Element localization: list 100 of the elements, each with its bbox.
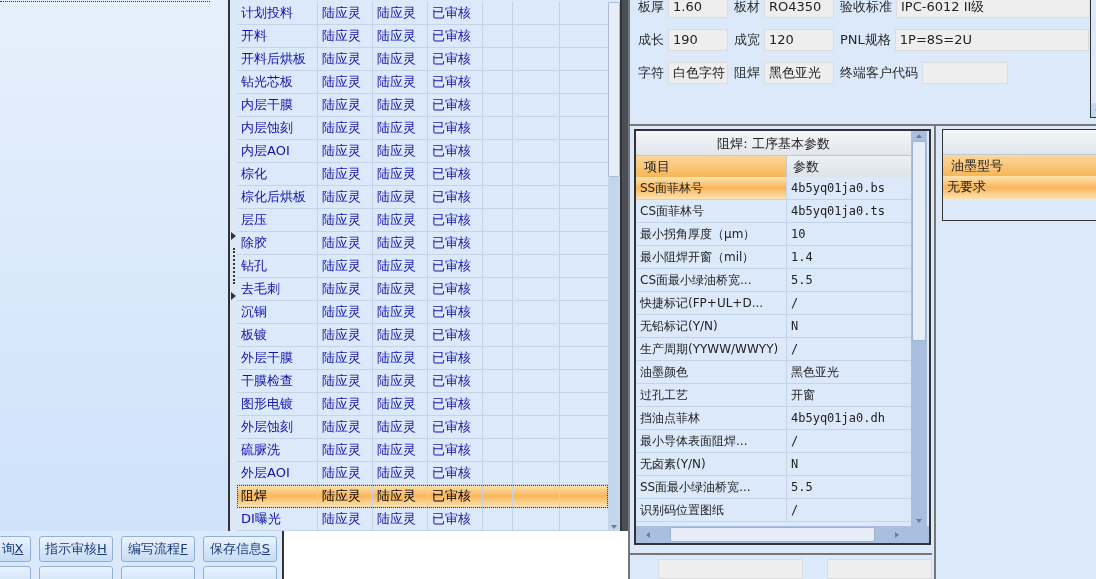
table-cell: 陆应灵 — [318, 71, 373, 93]
table-row[interactable]: 挡油点菲林 4b5yq01ja0.dh — [636, 407, 911, 430]
table-cell: 陆应灵 — [373, 94, 428, 116]
table-cell-text: 油墨颜色 — [639, 364, 689, 381]
table-cell: 陆应灵 — [373, 140, 428, 162]
table-row[interactable]: 硫脲洗 陆应灵 陆应灵 已审核 — [237, 439, 608, 462]
field-label: 字符 — [638, 64, 664, 83]
table-row[interactable]: 识别码位置图纸 / — [636, 499, 911, 522]
table-cell: 已审核 — [428, 48, 483, 70]
table-row[interactable]: 钻光芯板 陆应灵 陆应灵 已审核 — [237, 71, 608, 94]
scrollbar[interactable] — [911, 131, 927, 526]
column-header[interactable]: 油墨型号 — [943, 155, 1096, 176]
table-cell: 陆应灵 — [373, 301, 428, 323]
table-cell: 已审核 — [428, 71, 483, 93]
column-header[interactable]: 参数 — [786, 156, 911, 177]
text-field[interactable]: 1.60 — [668, 0, 728, 18]
toolbar-button[interactable]: 编写流程F — [121, 536, 195, 562]
table-cell-text: 过孔工艺 — [639, 387, 689, 404]
table-row[interactable]: SS面菲林号 4b5yq01ja0.bs — [636, 177, 911, 200]
scrollbar[interactable] — [636, 526, 929, 543]
table-cell: 已审核 — [428, 140, 483, 162]
table-cell-text: CS面菲林号 — [639, 203, 705, 220]
table-cell: DI曝光 — [237, 508, 318, 530]
table-cell-text: 最小导体表面阻焊... — [639, 433, 749, 450]
table-row[interactable]: 沉铜 陆应灵 陆应灵 已审核 — [237, 301, 608, 324]
table-row[interactable]: 棕化 陆应灵 陆应灵 已审核 — [237, 163, 608, 186]
table-row[interactable]: 无铅标记(Y/N) N — [636, 315, 911, 338]
table-cell: 干膜检查 — [237, 370, 318, 392]
table-row[interactable]: 内层干膜 陆应灵 陆应灵 已审核 — [237, 94, 608, 117]
table-cell: 已审核 — [428, 301, 483, 323]
splitter[interactable] — [230, 0, 237, 531]
table-cell: 已审核 — [428, 416, 483, 438]
table-cell: 已审核 — [428, 186, 483, 208]
table-cell: 已审核 — [428, 209, 483, 231]
table-row[interactable]: 除胶 陆应灵 陆应灵 已审核 — [237, 232, 608, 255]
table-row[interactable]: 开料后烘板 陆应灵 陆应灵 已审核 — [237, 48, 608, 71]
toolbar-button[interactable]: 保存信息S — [203, 536, 277, 562]
column-header[interactable]: 项目 — [636, 156, 786, 177]
table-cell: 外层干膜 — [237, 347, 318, 369]
text-field[interactable]: 190 — [668, 29, 728, 51]
table-row[interactable]: 钻孔 陆应灵 陆应灵 已审核 — [237, 255, 608, 278]
text-field[interactable]: 黑色亚光 — [764, 62, 834, 84]
table-cell: 钻光芯板 — [237, 71, 318, 93]
table-row[interactable]: 开料 陆应灵 陆应灵 已审核 — [237, 25, 608, 48]
scrollbar[interactable] — [608, 2, 620, 531]
table-cell: 陆应灵 — [373, 209, 428, 231]
text-field[interactable]: IPC-6012 II级 — [896, 0, 1090, 18]
table-row[interactable]: 无要求 — [943, 176, 1096, 199]
table-row[interactable]: 板镀 陆应灵 陆应灵 已审核 — [237, 324, 608, 347]
table-row[interactable]: SS面最小绿油桥宽... 5.5 — [636, 476, 911, 499]
table-cell: 沉铜 — [237, 301, 318, 323]
table-row[interactable]: 油墨颜色 黑色亚光 — [636, 361, 911, 384]
toolbar-button[interactable]: 询X — [0, 536, 31, 562]
table-cell: 陆应灵 — [373, 71, 428, 93]
table-row[interactable]: CS面最小绿油桥宽... 5.5 — [636, 269, 911, 292]
text-field[interactable]: 120 — [764, 29, 834, 51]
table-row[interactable]: 最小导体表面阻焊... / — [636, 430, 911, 453]
table-cell: 陆应灵 — [373, 25, 428, 47]
table-cell: 陆应灵 — [373, 485, 428, 507]
table-row[interactable]: 过孔工艺 开窗 — [636, 384, 911, 407]
table-cell: 陆应灵 — [373, 163, 428, 185]
grip-icon — [232, 247, 235, 284]
table-row[interactable]: 最小拐角厚度（μm） 10 — [636, 223, 911, 246]
table-row[interactable]: 外层干膜 陆应灵 陆应灵 已审核 — [237, 347, 608, 370]
table-row[interactable]: 计划投料 陆应灵 陆应灵 已审核 — [237, 2, 608, 25]
table-row[interactable]: CS面菲林号 4b5yq01ja0.ts — [636, 200, 911, 223]
table-row[interactable]: 内层蚀刻 陆应灵 陆应灵 已审核 — [237, 117, 608, 140]
table-cell: 陆应灵 — [318, 508, 373, 530]
table-cell: 已审核 — [428, 324, 483, 346]
table-cell: 陆应灵 — [373, 370, 428, 392]
arrow-right-icon[interactable] — [231, 231, 236, 240]
table-cell-text: 生产周期(YYWW/WWYY) — [639, 341, 780, 358]
table-row[interactable]: 快捷标记(FP+UL+D... / — [636, 292, 911, 315]
table-cell: 陆应灵 — [373, 393, 428, 415]
table-row[interactable]: 图形电镀 陆应灵 陆应灵 已审核 — [237, 393, 608, 416]
table-row[interactable]: 阻焊 陆应灵 陆应灵 已审核 — [237, 485, 608, 508]
table-cell: 陆应灵 — [318, 232, 373, 254]
table-row[interactable]: 生产周期(YYWW/WWYY) / — [636, 338, 911, 361]
text-field[interactable]: 白色字符 — [668, 62, 728, 84]
table-cell: 已审核 — [428, 393, 483, 415]
table-cell: 阻焊 — [237, 485, 318, 507]
toolbar-button[interactable]: 指示审核H — [39, 536, 113, 562]
text-field[interactable] — [922, 62, 1008, 84]
table-cell: 已审核 — [428, 370, 483, 392]
table-cell: 板镀 — [237, 324, 318, 346]
table-row[interactable]: 内层AOI 陆应灵 陆应灵 已审核 — [237, 140, 608, 163]
table-row[interactable]: 干膜检查 陆应灵 陆应灵 已审核 — [237, 370, 608, 393]
text-field[interactable]: 1P=8S=2U — [894, 29, 1089, 51]
table-cell: 已审核 — [428, 255, 483, 277]
table-row[interactable]: 外层蚀刻 陆应灵 陆应灵 已审核 — [237, 416, 608, 439]
table-cell: 陆应灵 — [373, 2, 428, 24]
field-label: 阻焊 — [734, 64, 760, 83]
table-row[interactable]: 棕化后烘板 陆应灵 陆应灵 已审核 — [237, 186, 608, 209]
table-row[interactable]: 去毛刺 陆应灵 陆应灵 已审核 — [237, 278, 608, 301]
table-row[interactable]: 层压 陆应灵 陆应灵 已审核 — [237, 209, 608, 232]
field-label: 板材 — [734, 0, 760, 17]
table-row[interactable]: 最小阻焊开窗（mil） 1.4 — [636, 246, 911, 269]
arrow-right-icon[interactable] — [231, 291, 236, 300]
table-row[interactable]: 无卤素(Y/N) N — [636, 453, 911, 476]
text-field[interactable]: RO4350 — [764, 0, 834, 18]
